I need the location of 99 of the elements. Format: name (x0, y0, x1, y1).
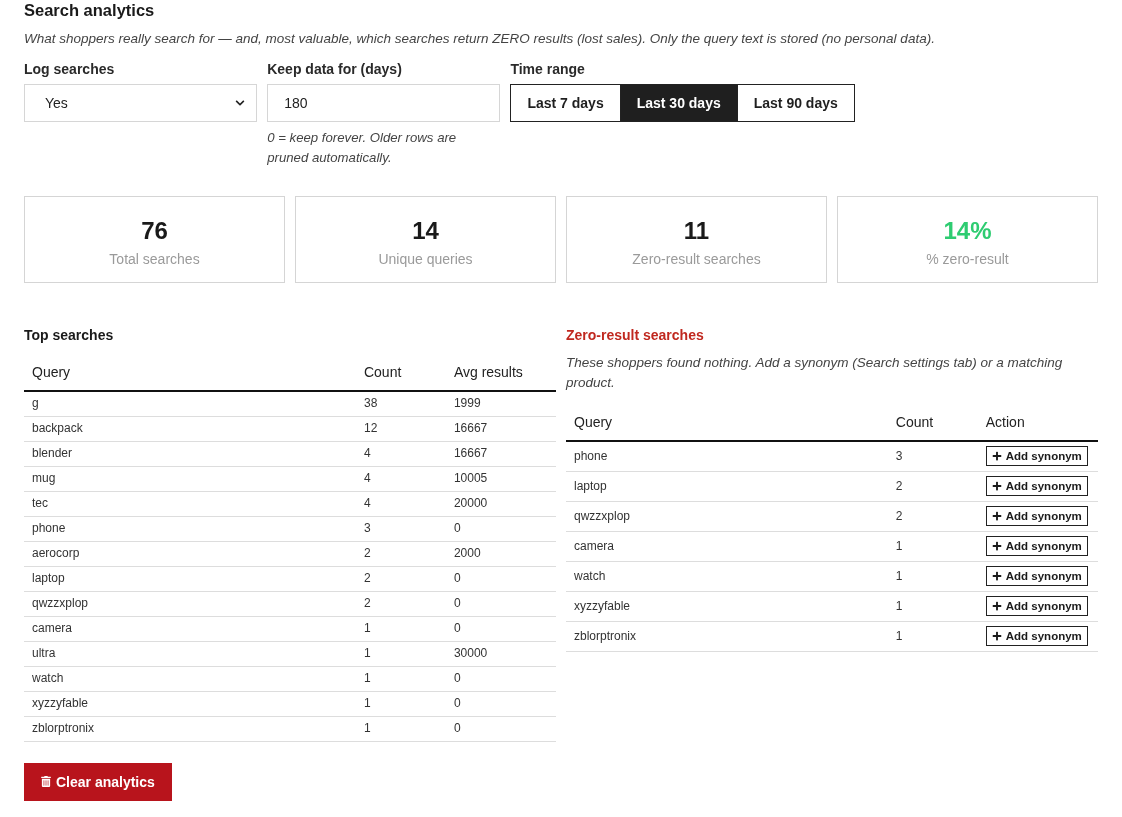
log-searches-select[interactable]: Yes (24, 84, 258, 122)
table-cell: 2 (887, 501, 978, 531)
table-cell: 4 (355, 441, 446, 466)
table-cell: 2 (355, 566, 446, 591)
table-cell: xyzzyfable (566, 591, 888, 621)
field-label: Log searches (24, 60, 116, 79)
table-cell: backpack (24, 416, 356, 441)
add-synonym-button[interactable]: Add synonym (985, 506, 1088, 526)
plus-icon (991, 451, 1002, 462)
table-cell: 1 (355, 641, 446, 666)
plus-icon (991, 571, 1002, 581)
table-cell: 30000 (445, 641, 556, 666)
column-header: Count (887, 404, 978, 441)
table-cell: 1 (887, 591, 978, 621)
stat-label: Total searches (109, 250, 200, 269)
table-cell: camera (566, 531, 888, 561)
table-cell: laptop (24, 566, 356, 591)
table-cell: 0 (445, 666, 556, 691)
table-cell: phone (566, 441, 888, 471)
table-cell: ultra (24, 641, 356, 666)
table-cell: 2000 (445, 541, 556, 566)
add-synonym-button[interactable]: Add synonym (985, 446, 1088, 467)
table-cell: 1 (887, 621, 978, 651)
table-cell: phone (24, 516, 356, 541)
stat-label: % zero-result (926, 250, 1009, 269)
add-synonym-button[interactable]: Add synonym (985, 566, 1088, 586)
stat-value: 14 (412, 217, 439, 245)
plus-icon (991, 631, 1002, 641)
page-description: What shoppers really search for — and, most valuable, which searches return ZERO results (lost sales). Only the query text is stored (no personal data). (24, 30, 936, 48)
plus-icon (991, 481, 1002, 491)
section-description: These shoppers found nothing. Add a synonym (Search settings tab) or a matching product. (566, 354, 1064, 392)
table-cell: 16667 (445, 441, 556, 466)
table-cell: zblorptronix (566, 621, 888, 651)
table-cell: camera (24, 616, 356, 641)
plus-icon (991, 541, 1002, 551)
stat-label: Unique queries (378, 250, 473, 269)
column-header: Count (355, 354, 446, 391)
table-cell: xyzzyfable (24, 691, 356, 716)
table-cell: 1 (887, 531, 978, 561)
trash-icon (41, 776, 51, 787)
page-title: Search analytics (24, 0, 156, 20)
column-header: Query (566, 404, 888, 441)
table-cell: 3 (355, 516, 446, 541)
table-cell: 38 (355, 391, 446, 416)
time-range-tab[interactable]: Last 30 days (619, 85, 737, 121)
table-cell: qwzzxplop (24, 591, 356, 616)
table-cell: 0 (445, 591, 556, 616)
section-title: Top searches (24, 326, 115, 345)
table-cell: laptop (566, 471, 888, 501)
table-cell: 20000 (445, 491, 556, 516)
table-cell: 0 (445, 716, 556, 741)
table-cell: qwzzxplop (566, 501, 888, 531)
help-text: 0 = keep forever. Older rows are pruned automatically. (267, 129, 458, 167)
table-cell: 2 (355, 541, 446, 566)
column-header: Query (24, 354, 356, 391)
column-header: Action (977, 404, 1098, 441)
table-cell: 10005 (445, 466, 556, 491)
table-cell: 2 (887, 471, 978, 501)
table-cell: 1 (355, 616, 446, 641)
stat-value: 14% (943, 217, 992, 245)
field-label: Keep data for (days) (267, 60, 403, 79)
table-cell: 3 (887, 441, 978, 471)
table-cell: g (24, 391, 356, 416)
add-synonym-button[interactable]: Add synonym (985, 626, 1088, 646)
column-header: Avg results (445, 354, 556, 391)
table-cell: watch (24, 666, 356, 691)
table-cell: aerocorp (24, 541, 356, 566)
stat-value: 76 (141, 217, 168, 245)
table-cell: 2 (355, 591, 446, 616)
add-synonym-button[interactable]: Add synonym (985, 476, 1088, 496)
plus-icon (991, 511, 1002, 521)
table-cell: zblorptronix (24, 716, 356, 741)
table-cell: 12 (355, 416, 446, 441)
table-cell: 4 (355, 466, 446, 491)
table-cell: 1 (355, 716, 446, 741)
table-cell: 4 (355, 491, 446, 516)
table-cell: tec (24, 491, 356, 516)
table-cell: 0 (445, 691, 556, 716)
add-synonym-button[interactable]: Add synonym (985, 536, 1088, 556)
table-cell: 16667 (445, 416, 556, 441)
stat-label: Zero-result searches (632, 250, 761, 269)
table-cell: 0 (445, 566, 556, 591)
clear-analytics-button[interactable]: Clear analytics (24, 762, 172, 801)
stat-value: 11 (683, 217, 710, 245)
table-cell: 0 (445, 616, 556, 641)
chevron-down-icon (235, 98, 246, 108)
days-input[interactable]: 180 (267, 84, 501, 122)
table-cell: mug (24, 466, 356, 491)
table-cell: watch (566, 561, 888, 591)
table-cell: 1 (355, 691, 446, 716)
add-synonym-button[interactable]: Add synonym (985, 596, 1088, 616)
table-cell: blender (24, 441, 356, 466)
table-cell: 1999 (445, 391, 556, 416)
table-cell: 1 (355, 666, 446, 691)
table-cell: 0 (445, 516, 556, 541)
field-label: Time range (510, 60, 586, 79)
section-title: Zero-result searches (566, 326, 705, 345)
plus-icon (991, 601, 1002, 611)
table-cell: 1 (887, 561, 978, 591)
